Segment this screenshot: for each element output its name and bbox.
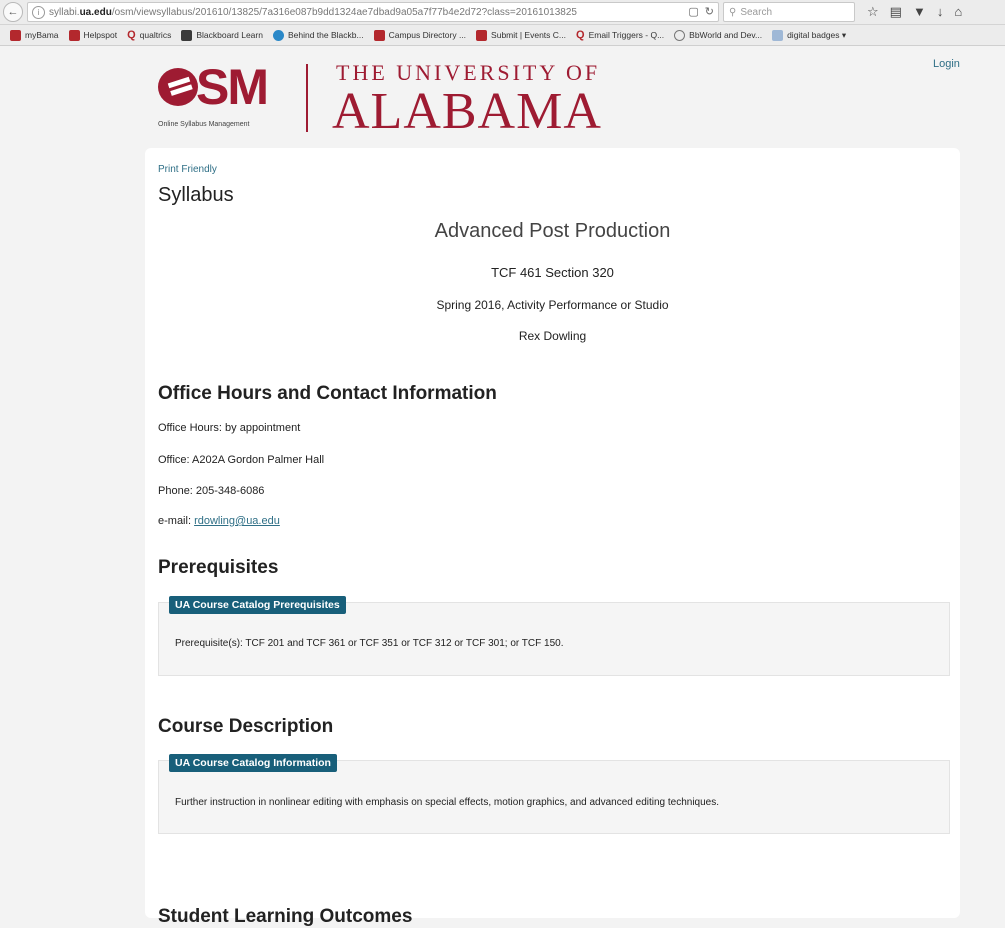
bookmark-behind-blackboard[interactable]: Behind the Blackb...	[272, 29, 364, 41]
qualtrics-icon: Q	[127, 28, 136, 41]
login-link[interactable]: Login	[933, 58, 960, 70]
behind-blackboard-icon	[272, 29, 284, 41]
back-arrow-icon: ←	[7, 6, 19, 18]
bookmark-blackboard-learn[interactable]: Blackboard Learn	[181, 29, 263, 41]
bookmark-helpspot[interactable]: Helpspot	[68, 29, 117, 41]
ua-logo-bottom: ALABAMA	[332, 83, 602, 140]
prerequisites-text: Prerequisite(s): TCF 201 and TCF 361 or …	[175, 638, 564, 649]
instructor-name: Rex Dowling	[518, 329, 587, 343]
url-host: ua.edu	[79, 6, 112, 18]
back-button[interactable]: ←	[3, 2, 23, 22]
osm-caption: Online Syllabus Management	[158, 121, 250, 128]
phone-text: Phone: 205-348-6086	[158, 485, 265, 497]
course-description-text: Further instruction in nonlinear editing…	[175, 797, 720, 808]
course-term: Spring 2016, Activity Performance or Stu…	[436, 298, 669, 312]
catalog-info-tag: UA Course Catalog Information	[169, 754, 337, 772]
chevron-down-icon: ▾	[839, 29, 847, 40]
syllabus-card: Print Friendly Syllabus Advanced Post Pr…	[145, 148, 960, 927]
bookmark-mybama[interactable]: myBama	[10, 29, 59, 41]
bama-icon	[10, 29, 21, 41]
search-input[interactable]: ⚲ Search	[723, 2, 855, 22]
bookmark-digital-badges[interactable]: digital badges ▾	[772, 29, 847, 41]
page: Login SM Online Syllabus Management THE …	[0, 46, 1005, 927]
email-line: e-mail: rdowling@ua.edu	[158, 515, 280, 527]
course-section: TCF 461 Section 320	[491, 265, 614, 280]
osm-logo-icon	[158, 68, 198, 106]
search-icon: ⚲	[729, 6, 737, 18]
pocket-icon[interactable]: ▼	[913, 4, 926, 20]
bama-icon	[476, 29, 488, 41]
office-hours-text: Office Hours: by appointment	[158, 422, 301, 434]
browser-toolbar: ← i syllabi. ua.edu/osm/viewsyllabus/2016…	[0, 0, 1005, 25]
learning-outcomes-heading: Student Learning Outcomes	[158, 906, 413, 927]
logo-divider	[306, 64, 308, 132]
qualtrics-icon: Q	[576, 28, 585, 41]
bookmark-submit-events[interactable]: Submit | Events C...	[476, 29, 566, 41]
reader-view-icon[interactable]: ▢	[688, 5, 698, 18]
bookmark-email-triggers[interactable]: Q Email Triggers - Q...	[576, 28, 664, 41]
page-title: Syllabus	[158, 184, 234, 206]
email-link[interactable]: rdowling@ua.edu	[194, 515, 280, 527]
bama-icon	[373, 29, 385, 41]
bookmark-qualtrics[interactable]: Qqualtrics	[127, 28, 171, 41]
office-hours-heading: Office Hours and Contact Information	[158, 383, 497, 404]
url-path: /osm/viewsyllabus/201610/13825/7a316e087…	[111, 6, 577, 18]
prerequisites-heading: Prerequisites	[158, 557, 279, 578]
course-title: Advanced Post Production	[434, 220, 671, 242]
osm-logo: SM	[196, 59, 269, 115]
folder-icon	[772, 29, 784, 41]
download-icon[interactable]: ↓	[937, 4, 944, 20]
prerequisites-tag: UA Course Catalog Prerequisites	[169, 596, 346, 614]
course-description-heading: Course Description	[158, 716, 334, 737]
print-friendly-link[interactable]: Print Friendly	[158, 164, 217, 175]
helpspot-icon	[68, 29, 80, 41]
bookmarks-bar: myBama Helpspot Qqualtrics Blackboard Le…	[0, 25, 1005, 46]
office-location-text: Office: A202A Gordon Palmer Hall	[158, 454, 325, 466]
bookmark-bbworld[interactable]: BbWorld and Dev...	[674, 29, 762, 41]
url-prefix: syllabi.	[49, 6, 80, 18]
info-icon[interactable]: i	[32, 5, 45, 19]
address-bar[interactable]: i syllabi. ua.edu/osm/viewsyllabus/201610…	[27, 2, 719, 22]
home-icon[interactable]: ⌂	[954, 4, 962, 20]
search-placeholder: Search	[740, 6, 773, 18]
bookmarks-list-icon[interactable]: ▤	[890, 4, 902, 20]
reload-icon[interactable]: ↻	[705, 5, 714, 18]
globe-icon	[674, 29, 686, 41]
blackboard-icon	[181, 29, 193, 41]
bookmark-campus-directory[interactable]: Campus Directory ...	[373, 29, 466, 41]
bookmark-star-icon[interactable]: ☆	[867, 4, 879, 20]
